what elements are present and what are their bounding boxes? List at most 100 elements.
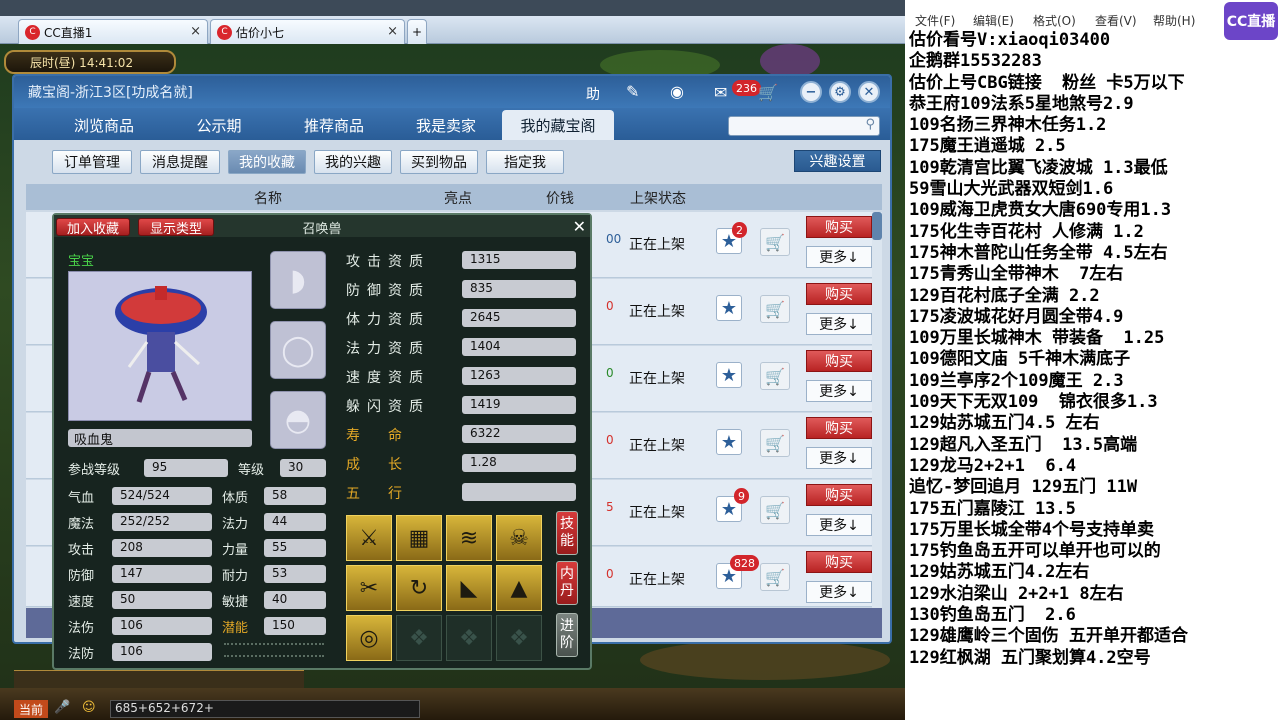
cart-icon[interactable]: 🛒 xyxy=(760,362,790,390)
notepad-text[interactable]: 估价看号V:xiaoqi03400 企鹅群15532283 估价上号CBG链接 粉丝… xyxy=(909,30,1188,669)
minimize-button[interactable]: − xyxy=(800,81,822,103)
stat-value: 44 xyxy=(264,513,326,531)
search-icon[interactable]: ⚲ xyxy=(865,117,875,132)
buy-button[interactable]: 购买 xyxy=(806,551,872,573)
help-button[interactable]: 助 xyxy=(586,84,600,104)
buy-button[interactable]: 购买 xyxy=(806,417,872,439)
stat-value: 58 xyxy=(264,487,326,505)
menu-help[interactable]: 帮助(H) xyxy=(1153,12,1195,29)
notepad-line: 175神木普陀山任务全带 4.5左右 xyxy=(909,242,1168,263)
equipment-slot-collar[interactable]: ◯ xyxy=(270,321,326,379)
buy-button[interactable]: 购买 xyxy=(806,283,872,305)
row-status: 正在上架 xyxy=(629,438,685,454)
aptitude-value: 1419 xyxy=(462,396,576,414)
stat-label: 耐力 xyxy=(222,569,249,584)
stat-value: 252/252 xyxy=(112,513,212,531)
buy-button[interactable]: 购买 xyxy=(806,216,872,238)
tab-my-pavilion[interactable]: 我的藏宝阁 xyxy=(502,110,614,140)
cart-icon[interactable]: 🛒 xyxy=(760,563,790,591)
message-icon[interactable]: ✉ xyxy=(714,83,727,102)
more-button[interactable]: 更多↓ xyxy=(806,514,872,536)
pet-name: 吸血鬼 xyxy=(68,429,252,448)
subtab-messages[interactable]: 消息提醒 xyxy=(140,150,220,174)
row-price-fragment: 00 xyxy=(606,232,622,246)
tab-browse[interactable]: 浏览商品 xyxy=(54,110,154,140)
notepad-line: 175五门嘉陵江 13.5 xyxy=(909,498,1076,519)
edit-icon[interactable]: ✎ xyxy=(626,82,639,101)
skill-icon[interactable]: ▦ xyxy=(396,515,442,561)
close-icon[interactable]: × xyxy=(387,24,398,39)
scrollbar[interactable] xyxy=(872,212,882,612)
skills-tab-button[interactable]: 技能 xyxy=(556,511,578,555)
cart-icon[interactable]: 🛒 xyxy=(760,496,790,524)
search-input[interactable]: ⚲ xyxy=(728,116,880,136)
advance-tab-button[interactable]: 进阶 xyxy=(556,613,578,657)
favorite-star-icon[interactable]: ★ xyxy=(716,362,742,388)
emoji-icon[interactable]: ☺ xyxy=(82,700,96,715)
empty-skill-slot: ❖ xyxy=(396,615,442,661)
interest-settings-button[interactable]: 兴趣设置 xyxy=(794,150,881,172)
stat-label: 等级 xyxy=(238,463,265,478)
notepad-line: 175化生寺百花村 人修满 1.2 xyxy=(909,221,1144,242)
menu-edit[interactable]: 编辑(E) xyxy=(973,12,1014,29)
favorite-star-icon[interactable]: ★ xyxy=(716,429,742,455)
cart-icon[interactable]: 🛒 xyxy=(760,228,790,256)
skill-icon[interactable]: ⚔ xyxy=(346,515,392,561)
browser-tab-cc[interactable]: C CC直播1 × xyxy=(18,19,208,44)
equipment-slot-armor[interactable]: ◓ xyxy=(270,391,326,449)
game-toolbar[interactable] xyxy=(14,670,304,688)
skill-icon[interactable]: ↻ xyxy=(396,565,442,611)
subtab-interests[interactable]: 我的兴趣 xyxy=(314,150,392,174)
more-button[interactable]: 更多↓ xyxy=(806,581,872,603)
more-button[interactable]: 更多↓ xyxy=(806,380,872,402)
subtab-bought[interactable]: 买到物品 xyxy=(400,150,478,174)
stat-label: 体质 xyxy=(222,491,249,506)
close-icon[interactable]: × xyxy=(190,24,201,39)
chat-input[interactable]: 685+652+672+ xyxy=(110,700,420,718)
summon-beast-panel: 召唤兽 加入收藏 显示类型 ✕ 宝宝 ◗ ◯ ◓ 吸血鬼 参战等级 95 等级 … xyxy=(52,213,592,670)
subtab-assigned[interactable]: 指定我 xyxy=(486,150,564,174)
settings-button[interactable]: ⚙ xyxy=(829,81,851,103)
more-button[interactable]: 更多↓ xyxy=(806,313,872,335)
browser-tab-appraise[interactable]: C 估价小七 × xyxy=(210,19,405,44)
buy-button[interactable]: 购买 xyxy=(806,350,872,372)
cart-icon[interactable]: 🛒 xyxy=(760,295,790,323)
add-favorite-button[interactable]: 加入收藏 xyxy=(56,218,130,237)
buy-button[interactable]: 购买 xyxy=(806,484,872,506)
tab-seller[interactable]: 我是卖家 xyxy=(396,110,496,140)
close-button[interactable]: ✕ xyxy=(858,81,880,103)
tab-label: CC直播1 xyxy=(44,25,93,40)
skill-icon[interactable]: ◎ xyxy=(346,615,392,661)
settings-icon[interactable]: ◉ xyxy=(670,82,684,101)
menu-file[interactable]: 文件(F) xyxy=(915,12,955,29)
scrollbar-thumb[interactable] xyxy=(872,212,882,240)
close-icon[interactable]: ✕ xyxy=(573,217,586,236)
subtab-favorites[interactable]: 我的收藏 xyxy=(228,150,306,174)
skill-icon[interactable]: ◣ xyxy=(446,565,492,611)
current-channel-button[interactable]: 当前 xyxy=(14,700,48,718)
new-tab-button[interactable]: + xyxy=(407,19,427,44)
tab-public[interactable]: 公示期 xyxy=(174,110,264,140)
more-button[interactable]: 更多↓ xyxy=(806,246,872,268)
more-button[interactable]: 更多↓ xyxy=(806,447,872,469)
equipment-slot-helmet[interactable]: ◗ xyxy=(270,251,326,309)
favorite-star-icon[interactable]: ★ xyxy=(716,295,742,321)
show-type-button[interactable]: 显示类型 xyxy=(138,218,214,237)
cart-icon[interactable]: 🛒 xyxy=(760,429,790,457)
tab-recommend[interactable]: 推荐商品 xyxy=(284,110,384,140)
inner-core-tab-button[interactable]: 内丹 xyxy=(556,561,578,605)
skill-icon[interactable]: ☠ xyxy=(496,515,542,561)
menu-format[interactable]: 格式(O) xyxy=(1033,12,1076,29)
skill-icon[interactable]: ▲ xyxy=(496,565,542,611)
skill-icon[interactable]: ≋ xyxy=(446,515,492,561)
row-price-fragment: 5 xyxy=(606,500,614,514)
cart-icon[interactable]: 🛒 xyxy=(758,83,778,102)
skill-icon[interactable]: ✂ xyxy=(346,565,392,611)
subtab-orders[interactable]: 订单管理 xyxy=(52,150,132,174)
row-status: 正在上架 xyxy=(629,304,685,320)
aptitude-value: 1404 xyxy=(462,338,576,356)
mic-icon[interactable]: 🎤 xyxy=(54,700,70,715)
stat-label: 攻击 xyxy=(68,543,95,558)
menu-view[interactable]: 查看(V) xyxy=(1095,12,1137,29)
element-label: 五 行 xyxy=(346,486,402,502)
